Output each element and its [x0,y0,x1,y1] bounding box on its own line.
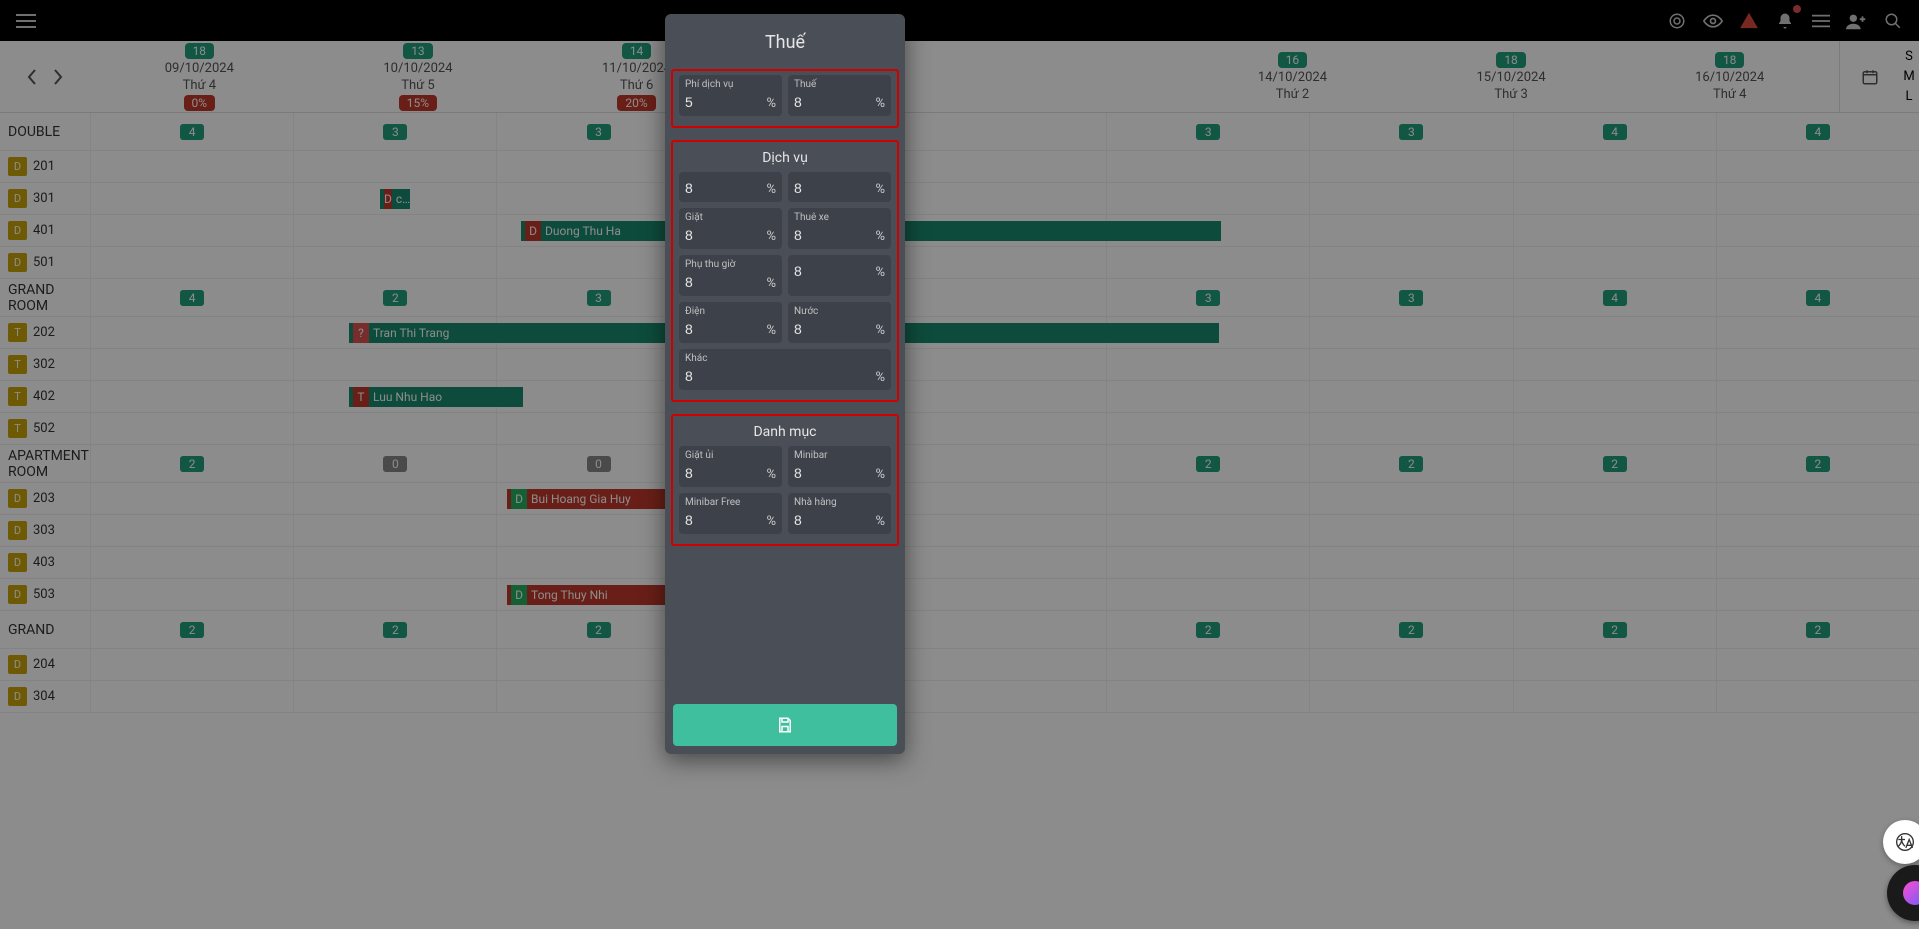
field-input[interactable] [685,510,749,532]
modal-overlay[interactable] [0,0,1919,929]
tax-field: Giặt ủi% [679,446,782,487]
modal-spacer [665,552,905,696]
tax-modal: Thuế Phí dịch vụ%Thuế% Dịch vụ %%Giặt%Th… [665,14,905,754]
tax-field: Minibar% [788,446,891,487]
tax-field: % [788,255,891,296]
field-input[interactable] [794,225,858,247]
field-label: Điện [685,306,776,317]
field-label: Thuế [794,79,885,90]
percent-suffix: % [766,96,776,111]
percent-suffix: % [766,229,776,244]
field-label: Phí dịch vụ [685,79,776,90]
field-label: Thuê xe [794,212,885,223]
field-input[interactable] [685,366,825,388]
field-label: Nước [794,306,885,317]
field-input[interactable] [794,92,858,114]
tax-field: Giặt% [679,208,782,249]
percent-suffix: % [766,182,776,197]
field-label: Phụ thu giờ [685,259,776,270]
field-input[interactable] [685,272,749,294]
field-label: Khác [685,353,885,364]
percent-suffix: % [875,265,885,280]
category-section: Danh mục Giặt ủi%Minibar%Minibar Free%Nh… [671,414,899,546]
tax-field: % [788,172,891,202]
field-input[interactable] [794,510,858,532]
modal-title: Thuế [665,14,905,63]
field-label: Minibar Free [685,497,776,508]
save-icon [776,716,794,734]
field-label: Giặt ủi [685,450,776,461]
field-input[interactable] [685,178,749,200]
percent-suffix: % [875,514,885,529]
fee-tax-section: Phí dịch vụ%Thuế% [671,69,899,128]
field-input[interactable] [685,319,749,341]
save-button[interactable] [673,704,897,746]
tax-field: Phụ thu giờ% [679,255,782,296]
percent-suffix: % [766,467,776,482]
percent-suffix: % [766,276,776,291]
tax-field: Điện% [679,302,782,343]
field-label: Minibar [794,450,885,461]
percent-suffix: % [766,323,776,338]
percent-suffix: % [875,467,885,482]
tax-field: Nước% [788,302,891,343]
percent-suffix: % [875,229,885,244]
field-input[interactable] [685,463,749,485]
percent-suffix: % [875,323,885,338]
service-section-title: Dịch vụ [679,150,891,166]
percent-suffix: % [875,182,885,197]
percent-suffix: % [875,96,885,111]
translate-fab-icon[interactable] [1883,820,1919,864]
tax-field: Phí dịch vụ% [679,75,782,116]
category-section-title: Danh mục [679,424,891,440]
field-input[interactable] [794,319,858,341]
tax-field: Khác% [679,349,891,390]
field-label: Giặt [685,212,776,223]
service-section: Dịch vụ %%Giặt%Thuê xe%Phụ thu giờ%%Điện… [671,140,899,402]
field-input[interactable] [794,178,858,200]
percent-suffix: % [875,370,885,385]
field-input[interactable] [794,261,858,283]
tax-field: Nhà hàng% [788,493,891,534]
tax-field: Thuế% [788,75,891,116]
field-label: Nhà hàng [794,497,885,508]
tax-field: % [679,172,782,202]
field-input[interactable] [685,225,749,247]
tax-field: Minibar Free% [679,493,782,534]
percent-suffix: % [766,514,776,529]
tax-field: Thuê xe% [788,208,891,249]
field-input[interactable] [685,92,749,114]
field-input[interactable] [794,463,858,485]
